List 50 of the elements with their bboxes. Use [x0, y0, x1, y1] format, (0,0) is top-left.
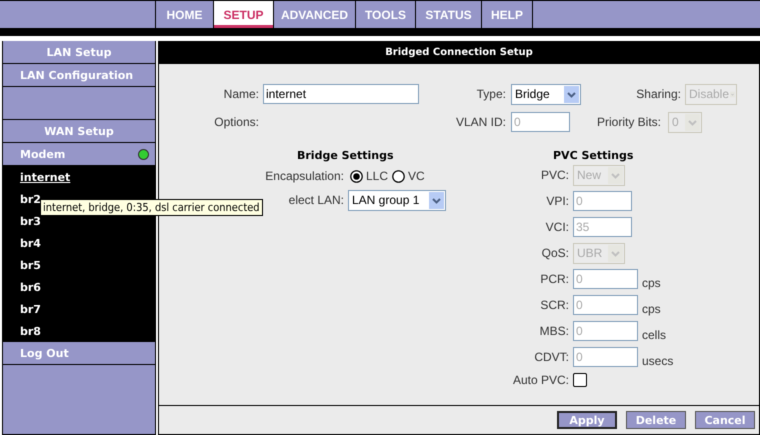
action-button[interactable]: Cancel: [695, 411, 755, 429]
checkbox[interactable]: [573, 373, 587, 387]
field-label: SCR:: [539, 298, 569, 312]
field-label: CDVT:: [533, 350, 569, 364]
tooltip: internet, bridge, 0:35, dsl carrier connected: [40, 199, 263, 216]
sidebar-item[interactable]: br6: [20, 280, 41, 294]
sidebar-link[interactable]: Log Out: [20, 346, 69, 360]
action-button[interactable]: Delete: [626, 411, 686, 429]
sidebar-item[interactable]: br5: [20, 258, 41, 272]
unit-label: usecs: [642, 354, 674, 368]
field-label: Sharing:: [635, 87, 681, 101]
input-field[interactable]: internet: [263, 84, 419, 104]
field-label: VLAN ID:: [454, 115, 506, 129]
field-label: Options:: [213, 115, 259, 129]
radio-label: VC: [408, 169, 425, 183]
field-label: Name:: [222, 87, 259, 101]
unit-label: cps: [642, 276, 661, 290]
sidebar-heading: LAN Setup: [3, 41, 155, 64]
field-label: PVC:: [540, 168, 569, 182]
sidebar-link[interactable]: LAN Configuration: [20, 68, 134, 82]
field-label: VCI:: [544, 220, 569, 234]
sidebar-link[interactable]: Modem: [20, 148, 66, 160]
radio-label: LLC: [366, 169, 388, 183]
field-label: VPI:: [545, 194, 569, 208]
dropdown[interactable]: LAN group 1: [348, 190, 446, 210]
dropdown[interactable]: Bridge: [511, 84, 581, 104]
sidebar-item[interactable]: br4: [20, 236, 41, 250]
sidebar-heading: WAN Setup: [3, 120, 155, 143]
field-label: PCR:: [539, 272, 569, 286]
field-label: Encapsulation:: [264, 169, 344, 183]
radio-button[interactable]: [392, 170, 406, 182]
section-heading: Bridge Settings: [297, 149, 394, 162]
section-heading: PVC Settings: [553, 149, 634, 162]
radio-button[interactable]: [350, 170, 363, 182]
unit-label: cells: [642, 328, 666, 342]
field-label: MBS:: [538, 324, 569, 338]
sidebar-item[interactable]: br7: [20, 302, 41, 316]
unit-label: cps: [642, 302, 661, 316]
sidebar-item[interactable]: br8: [20, 324, 41, 338]
field-label: Auto PVC:: [512, 373, 569, 387]
section-title: Bridged Connection Setup: [159, 41, 759, 64]
action-button[interactable]: Apply: [557, 411, 617, 429]
field-label: Type:: [476, 87, 506, 101]
field-label: QoS:: [540, 246, 569, 260]
sidebar-item[interactable]: internet: [20, 170, 70, 184]
nav-tab[interactable]: HELP: [481, 1, 533, 28]
field-label: Priority Bits:: [596, 115, 661, 129]
sidebar-item[interactable]: br2: [20, 192, 41, 206]
sidebar-item[interactable]: br3: [20, 214, 41, 228]
nav-tab[interactable]: SETUP: [213, 1, 273, 28]
